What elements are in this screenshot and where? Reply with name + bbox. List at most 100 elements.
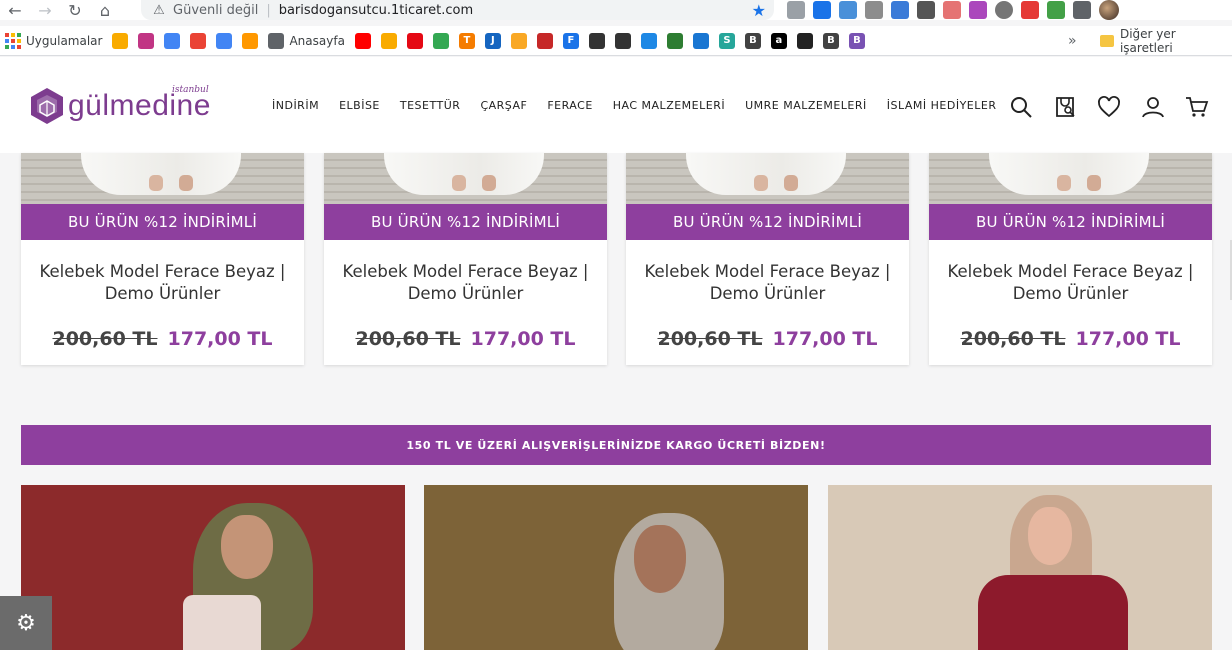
product-image[interactable] bbox=[626, 153, 909, 204]
extensions-strip bbox=[787, 0, 1119, 20]
product-image[interactable] bbox=[21, 153, 304, 204]
bookmark-item[interactable]: S bbox=[714, 29, 740, 53]
bookmark-item[interactable] bbox=[610, 29, 636, 53]
bookmark-item[interactable] bbox=[428, 29, 454, 53]
nav-item[interactable]: FERACE bbox=[547, 99, 592, 112]
bookmark-item[interactable] bbox=[532, 29, 558, 53]
product-card[interactable]: BU ÜRÜN %12 İNDİRİMLİ Kelebek Model Fera… bbox=[929, 153, 1212, 365]
bookmark-item[interactable]: J bbox=[480, 29, 506, 53]
price-row: 200,60 TL 177,00 TL bbox=[929, 328, 1212, 350]
site-logo[interactable]: gülmedine istanbul bbox=[30, 85, 211, 125]
f-blue-icon: F bbox=[562, 32, 579, 49]
product-card[interactable]: BU ÜRÜN %12 İNDİRİMLİ Kelebek Model Fera… bbox=[626, 153, 909, 365]
screen-extension-icon[interactable] bbox=[813, 1, 831, 19]
panel-extension-icon[interactable] bbox=[917, 1, 935, 19]
bookmark-item[interactable]: T bbox=[454, 29, 480, 53]
product-image[interactable] bbox=[324, 153, 607, 204]
bookmark-item[interactable]: Uygulamalar bbox=[0, 29, 107, 53]
old-price: 200,60 TL bbox=[355, 328, 461, 350]
google-icon bbox=[164, 32, 181, 49]
nav-item[interactable]: HAC MALZEMELERİ bbox=[613, 99, 725, 112]
address-bar[interactable]: ⚠ Güvenli değil | barisdogansutcu.1ticar… bbox=[141, 0, 774, 20]
bookmark-label: Uygulamalar bbox=[26, 33, 103, 48]
product-card[interactable]: BU ÜRÜN %12 İNDİRİMLİ Kelebek Model Fera… bbox=[324, 153, 607, 365]
discount-badge: BU ÜRÜN %12 İNDİRİMLİ bbox=[324, 204, 607, 240]
url-text[interactable]: barisdogansutcu.1ticaret.com bbox=[279, 3, 473, 18]
heart-icon[interactable] bbox=[1096, 94, 1122, 120]
search-icon[interactable] bbox=[1008, 94, 1034, 120]
category-banner-image[interactable] bbox=[828, 485, 1212, 650]
bookmark-item[interactable] bbox=[159, 29, 185, 53]
bookmark-item[interactable] bbox=[350, 29, 376, 53]
shield-extension-icon[interactable] bbox=[1047, 1, 1065, 19]
cart-icon[interactable] bbox=[1184, 94, 1210, 120]
bootstrap-icon: B bbox=[848, 32, 865, 49]
profile-avatar[interactable] bbox=[1099, 0, 1119, 20]
nav-item[interactable]: ÇARŞAF bbox=[480, 99, 527, 112]
translate-extension-icon[interactable] bbox=[839, 1, 857, 19]
analytics-icon bbox=[380, 32, 397, 49]
cube-extension-icon[interactable] bbox=[969, 1, 987, 19]
reload-icon[interactable]: ↻ bbox=[60, 0, 90, 20]
nav-item[interactable]: İNDİRİM bbox=[272, 99, 319, 112]
store-search-icon[interactable] bbox=[1052, 94, 1078, 120]
bookmark-item[interactable]: a bbox=[766, 29, 792, 53]
bookmark-item[interactable] bbox=[237, 29, 263, 53]
product-title[interactable]: Kelebek Model Ferace Beyaz | Demo Ürünle… bbox=[334, 261, 597, 305]
back-icon[interactable]: ← bbox=[0, 0, 30, 20]
bookmark-item[interactable] bbox=[185, 29, 211, 53]
bookmark-item[interactable]: B bbox=[844, 29, 870, 53]
product-title[interactable]: Kelebek Model Ferace Beyaz | Demo Ürünle… bbox=[636, 261, 899, 305]
nav-item[interactable]: ELBİSE bbox=[339, 99, 380, 112]
bookmark-item[interactable] bbox=[636, 29, 662, 53]
bookmark-item[interactable]: B bbox=[818, 29, 844, 53]
bookmark-item[interactable] bbox=[376, 29, 402, 53]
bookmark-item[interactable] bbox=[211, 29, 237, 53]
bookmark-item[interactable] bbox=[402, 29, 428, 53]
bookmarks-more-button[interactable]: » bbox=[1068, 26, 1077, 56]
s-teal-icon: S bbox=[718, 32, 735, 49]
bookmark-item[interactable]: F bbox=[558, 29, 584, 53]
logo-hexagon-icon bbox=[31, 88, 63, 124]
gear-icon[interactable]: ⚙ bbox=[0, 596, 52, 650]
nav-item[interactable]: UMRE MALZEMELERİ bbox=[745, 99, 867, 112]
puzzle-extension-icon[interactable] bbox=[1073, 1, 1091, 19]
header-icons bbox=[1008, 94, 1210, 120]
bookmark-item[interactable] bbox=[662, 29, 688, 53]
nav-item[interactable]: İSLAMİ HEDİYELER bbox=[887, 99, 997, 112]
product-title[interactable]: Kelebek Model Ferace Beyaz | Demo Ürünle… bbox=[31, 261, 294, 305]
nav-item[interactable]: TESETTÜR bbox=[400, 99, 461, 112]
shield-red-icon bbox=[536, 32, 553, 49]
security-label[interactable]: Güvenli değil bbox=[173, 3, 258, 18]
bookmark-star-icon[interactable]: ★ bbox=[752, 1, 766, 20]
camera-extension-icon[interactable] bbox=[787, 1, 805, 19]
free-shipping-banner: 150 TL VE ÜZERİ ALIŞVERİŞLERİNİZDE KARGO… bbox=[21, 425, 1211, 465]
bookmark-item[interactable]: Anasayfa bbox=[263, 29, 349, 53]
bookmark-item[interactable]: B bbox=[740, 29, 766, 53]
bookmark-item[interactable] bbox=[133, 29, 159, 53]
forward-icon[interactable]: → bbox=[30, 0, 60, 20]
feather-extension-icon[interactable] bbox=[891, 1, 909, 19]
bookmark-item[interactable] bbox=[688, 29, 714, 53]
tp-extension-icon[interactable] bbox=[1021, 1, 1039, 19]
bookmark-item[interactable] bbox=[792, 29, 818, 53]
b2-icon: B bbox=[822, 32, 839, 49]
bookmark-item[interactable] bbox=[506, 29, 532, 53]
bookmark-item[interactable] bbox=[107, 29, 133, 53]
other-bookmarks[interactable]: Diğer yer işaretleri bbox=[1100, 26, 1232, 56]
badge-extension-icon[interactable] bbox=[943, 1, 961, 19]
box-extension-icon[interactable] bbox=[865, 1, 883, 19]
user-icon[interactable] bbox=[1140, 94, 1166, 120]
category-banner-image[interactable] bbox=[21, 485, 405, 650]
product-title[interactable]: Kelebek Model Ferace Beyaz | Demo Ürünle… bbox=[939, 261, 1202, 305]
product-card[interactable]: BU ÜRÜN %12 İNDİRİMLİ Kelebek Model Fera… bbox=[21, 153, 304, 365]
warning-icon[interactable]: ⚠ bbox=[151, 3, 167, 18]
bookmark-item[interactable] bbox=[584, 29, 610, 53]
product-image[interactable] bbox=[929, 153, 1212, 204]
gear-extension-icon[interactable] bbox=[995, 1, 1013, 19]
category-banner-image[interactable] bbox=[424, 485, 808, 650]
new-price: 177,00 TL bbox=[470, 328, 576, 350]
home-icon[interactable]: ⌂ bbox=[90, 0, 120, 20]
grid-icon bbox=[692, 32, 709, 49]
amazon-icon: a bbox=[770, 32, 787, 49]
